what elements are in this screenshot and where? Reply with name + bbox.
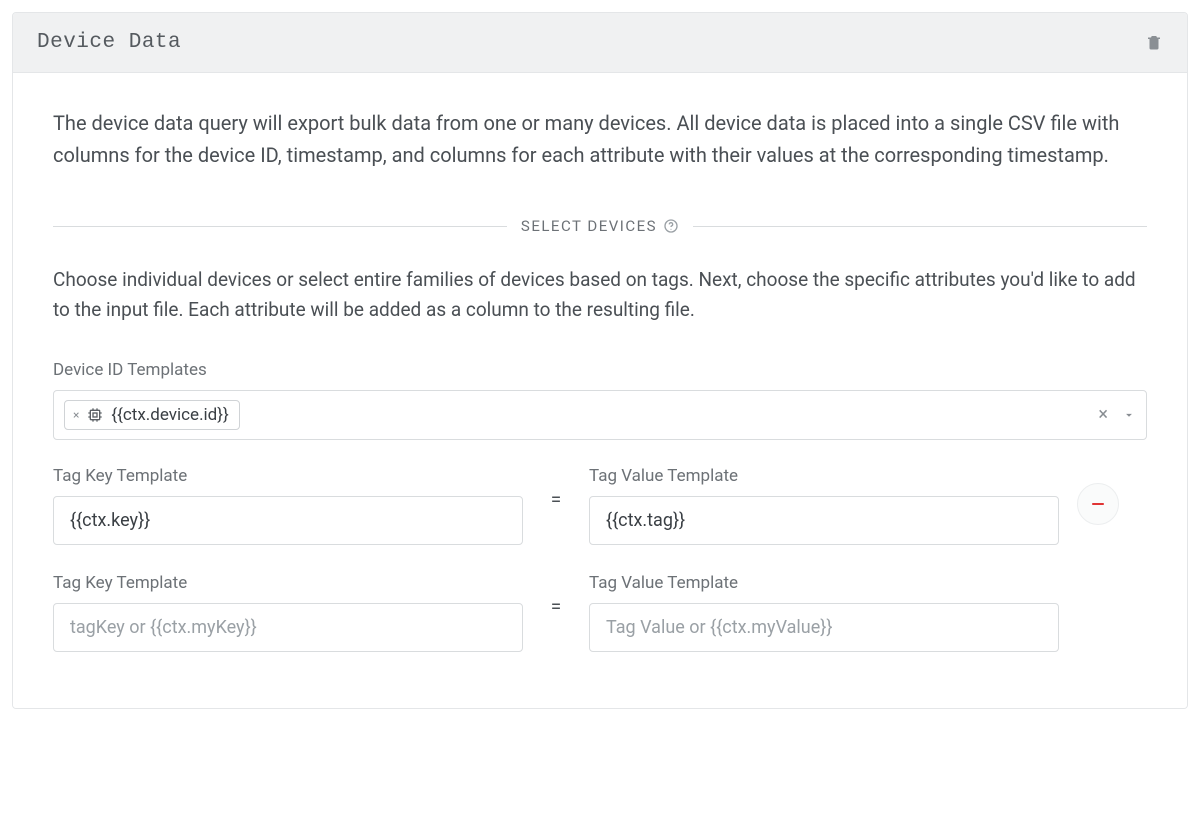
tag-value-label: Tag Value Template — [589, 466, 1059, 486]
panel-title: Device Data — [37, 31, 181, 54]
tag-key-input[interactable] — [53, 496, 523, 545]
tag-key-label: Tag Key Template — [53, 573, 523, 593]
action-spacer — [1077, 610, 1119, 652]
divider-label: SELECT DEVICES — [521, 217, 679, 235]
device-data-panel: Device Data The device data query will e… — [12, 12, 1188, 709]
panel-body: The device data query will export bulk d… — [13, 73, 1187, 708]
tag-key-col: Tag Key Template — [53, 573, 523, 652]
tag-value-input[interactable] — [589, 496, 1059, 545]
equals-sign: = — [541, 488, 571, 523]
tag-value-col: Tag Value Template — [589, 466, 1059, 545]
tag-key-label: Tag Key Template — [53, 466, 523, 486]
tag-key-col: Tag Key Template — [53, 466, 523, 545]
equals-sign: = — [541, 595, 571, 630]
device-id-chip: × {{ctx.device.id}} — [64, 400, 240, 430]
clear-all-icon[interactable]: × — [1098, 404, 1108, 425]
section-divider: SELECT DEVICES — [53, 217, 1147, 235]
tag-key-input[interactable] — [53, 603, 523, 652]
tag-value-label: Tag Value Template — [589, 573, 1059, 593]
section-description: Choose individual devices or select enti… — [53, 265, 1147, 326]
tag-value-col: Tag Value Template — [589, 573, 1059, 652]
divider-label-text: SELECT DEVICES — [521, 217, 657, 235]
chevron-down-icon[interactable] — [1122, 408, 1136, 422]
divider-line-left — [53, 226, 507, 227]
device-icon — [87, 407, 103, 423]
device-id-templates-label: Device ID Templates — [53, 360, 1147, 380]
divider-line-right — [693, 226, 1147, 227]
tag-row: Tag Key Template = Tag Value Template — [53, 573, 1147, 652]
chip-text: {{ctx.device.id}} — [111, 405, 228, 425]
help-icon[interactable] — [663, 218, 679, 234]
device-id-templates-field: Device ID Templates × {{ctx.device.id}} … — [53, 360, 1147, 440]
chip-remove-icon[interactable]: × — [73, 409, 79, 421]
device-id-templates-select[interactable]: × {{ctx.device.id}} × — [53, 390, 1147, 440]
intro-text: The device data query will export bulk d… — [53, 107, 1147, 171]
tag-row: Tag Key Template = Tag Value Template — [53, 466, 1147, 545]
panel-header: Device Data — [13, 13, 1187, 73]
multiselect-controls: × — [1098, 404, 1136, 425]
remove-row-button[interactable] — [1077, 483, 1119, 525]
trash-icon[interactable] — [1145, 33, 1163, 53]
tag-value-input[interactable] — [589, 603, 1059, 652]
